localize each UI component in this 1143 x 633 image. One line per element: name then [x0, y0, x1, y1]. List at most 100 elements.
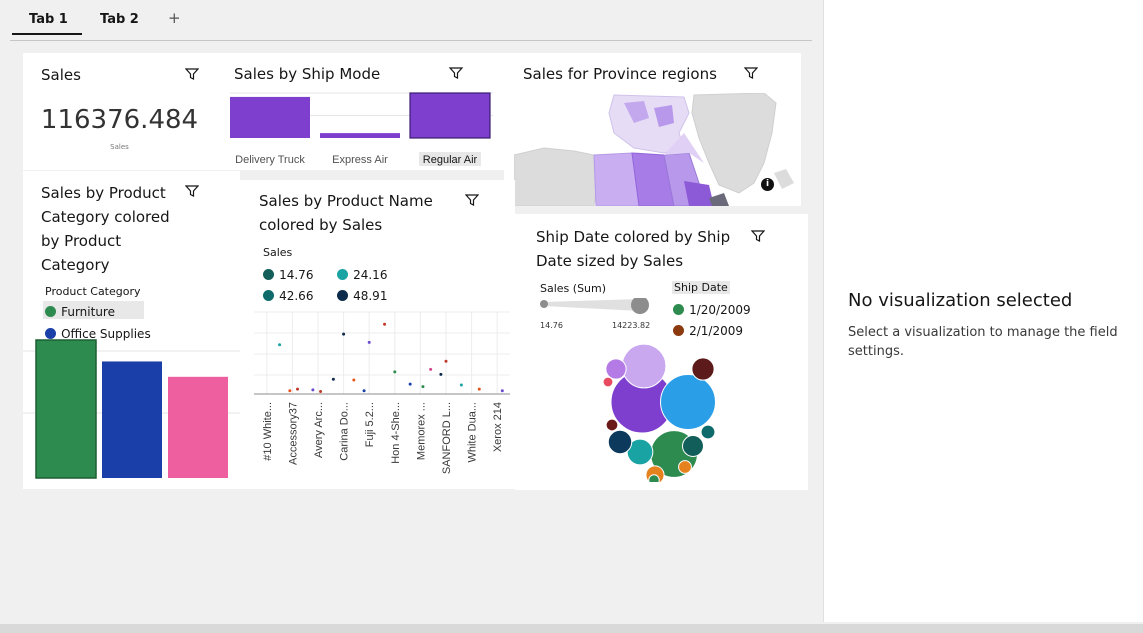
add-tab-icon[interactable]: + — [168, 9, 181, 27]
ship-mode-card[interactable]: Sales by Ship Mode Delivery Truck Express… — [216, 53, 504, 170]
x-tick-label: SANFORD L... — [441, 402, 453, 474]
scatter-point[interactable] — [367, 340, 371, 344]
filter-icon[interactable] — [465, 193, 479, 207]
legend-label: 14.76 — [279, 268, 314, 282]
legend-item-furniture[interactable]: Furniture — [43, 301, 144, 319]
x-tick-label: Delivery Truck — [235, 154, 305, 166]
info-icon[interactable]: i — [761, 178, 774, 191]
legend-swatch — [263, 269, 274, 280]
bar[interactable] — [409, 92, 491, 139]
bar[interactable] — [168, 376, 228, 478]
bar[interactable] — [230, 96, 310, 138]
kpi-value: 116376.484 — [40, 105, 199, 135]
bubble[interactable] — [621, 343, 667, 389]
scatter-point[interactable] — [319, 390, 323, 394]
scatter-point[interactable] — [439, 372, 443, 376]
bubble[interactable] — [605, 418, 619, 432]
x-tick-label: Carina Do... — [339, 402, 351, 461]
legend-item[interactable]: 24.16 — [337, 264, 387, 283]
scatter-point[interactable] — [500, 389, 504, 393]
scatter-point[interactable] — [288, 389, 292, 393]
product-name-chart: #10 White... Accessory37 Avery Arc... Carin… — [254, 311, 510, 474]
ship-date-title-line-2: Date sized by Sales — [536, 252, 684, 270]
bubble[interactable] — [605, 358, 627, 380]
kpi-card[interactable]: Sales 116376.484 Sales — [23, 53, 216, 170]
scatter-point[interactable] — [352, 378, 356, 382]
scatter-point[interactable] — [459, 383, 463, 387]
kpi-caption: Sales — [110, 143, 129, 151]
province-map-card[interactable]: Sales for Province regions i — [504, 53, 801, 206]
scatter-point[interactable] — [383, 322, 387, 326]
product-category-card[interactable]: Sales by Product Category colored by Pro… — [23, 171, 240, 489]
province-map — [514, 93, 799, 206]
legend-item[interactable]: 14.76 — [263, 264, 313, 283]
scatter-point[interactable] — [311, 388, 315, 392]
scatter-point[interactable] — [278, 343, 282, 347]
panel-description: Select a visualization to manage the fie… — [848, 325, 1118, 359]
active-tab-indicator — [12, 33, 82, 35]
ship-mode-chart: Delivery Truck Express Air Regular Air — [230, 92, 493, 166]
legend-swatch — [263, 290, 274, 301]
size-max-label: 14223.82 — [612, 321, 651, 330]
scatter-point[interactable] — [393, 370, 397, 374]
legend-swatch — [337, 269, 348, 280]
scatter-point[interactable] — [429, 367, 433, 371]
scatter-point[interactable] — [444, 359, 448, 363]
scatter-point[interactable] — [421, 385, 425, 389]
legend-swatch — [337, 290, 348, 301]
scatter-point[interactable] — [362, 389, 366, 393]
ship-date-title-line-1: Ship Date colored by Ship — [536, 228, 731, 246]
filter-icon[interactable] — [744, 66, 758, 80]
x-tick-label: Accessory37 — [287, 402, 299, 465]
legend-item[interactable]: 48.91 — [337, 285, 387, 304]
horizontal-scrollbar[interactable] — [0, 624, 1143, 633]
bubble[interactable] — [678, 460, 692, 474]
bubble[interactable] — [660, 374, 716, 430]
filter-icon[interactable] — [185, 184, 199, 198]
filter-icon[interactable] — [185, 67, 199, 81]
scatter-point[interactable] — [342, 332, 346, 336]
ship-date-card[interactable]: Ship Date colored by Ship Date sized by … — [515, 214, 808, 490]
bubble[interactable] — [682, 435, 704, 457]
province-title: Sales for Province regions — [523, 65, 717, 83]
filter-icon[interactable] — [449, 66, 463, 80]
tab-divider — [10, 40, 812, 41]
product-name-title-line-1: Sales by Product Name — [259, 192, 433, 210]
tab-1[interactable]: Tab 1 — [29, 12, 68, 27]
bubble[interactable] — [691, 357, 715, 381]
scatter-point[interactable] — [477, 387, 481, 391]
field-settings-panel: No visualization selected Select a visua… — [823, 0, 1143, 622]
scatter-point[interactable] — [331, 377, 335, 381]
legend-swatch — [673, 304, 684, 315]
product-category-title-line-4: Category — [41, 256, 110, 274]
bubble[interactable] — [607, 429, 633, 455]
x-tick-label: White Dua... — [467, 402, 479, 463]
x-tick-label: Avery Arc... — [313, 402, 325, 458]
ship-mode-title: Sales by Ship Mode — [234, 65, 381, 83]
bar[interactable] — [320, 133, 400, 138]
size-legend-title: Sales (Sum) — [540, 282, 607, 295]
tab-bar: Tab 1 Tab 2 + — [0, 0, 823, 42]
bubble[interactable] — [700, 424, 716, 440]
legend-label: 42.66 — [279, 289, 314, 303]
bar[interactable] — [35, 339, 97, 479]
product-name-card[interactable]: Sales by Product Name colored by Sales S… — [240, 180, 515, 489]
product-category-title-line-2: Category colored — [41, 208, 170, 226]
bubble[interactable] — [648, 474, 660, 482]
bar[interactable] — [102, 361, 162, 478]
x-tick-label: Memorex ... — [415, 402, 427, 460]
tab-2[interactable]: Tab 2 — [100, 12, 139, 27]
scatter-point[interactable] — [296, 387, 300, 391]
kpi-title: Sales — [41, 66, 81, 84]
legend-swatch — [45, 306, 56, 317]
size-min-label: 14.76 — [540, 321, 563, 330]
bubble[interactable] — [602, 376, 614, 388]
x-tick-label: Xerox 214 — [492, 402, 504, 452]
legend-label: 24.16 — [353, 268, 388, 282]
product-category-title-line-1: Sales by Product — [41, 184, 166, 202]
legend-item[interactable]: 42.66 — [263, 285, 313, 304]
panel-title: No visualization selected — [848, 290, 1073, 311]
filter-icon[interactable] — [751, 229, 765, 243]
legend-item-1-20-2009[interactable]: 1/20/2009 — [673, 299, 751, 318]
scatter-point[interactable] — [408, 382, 412, 386]
